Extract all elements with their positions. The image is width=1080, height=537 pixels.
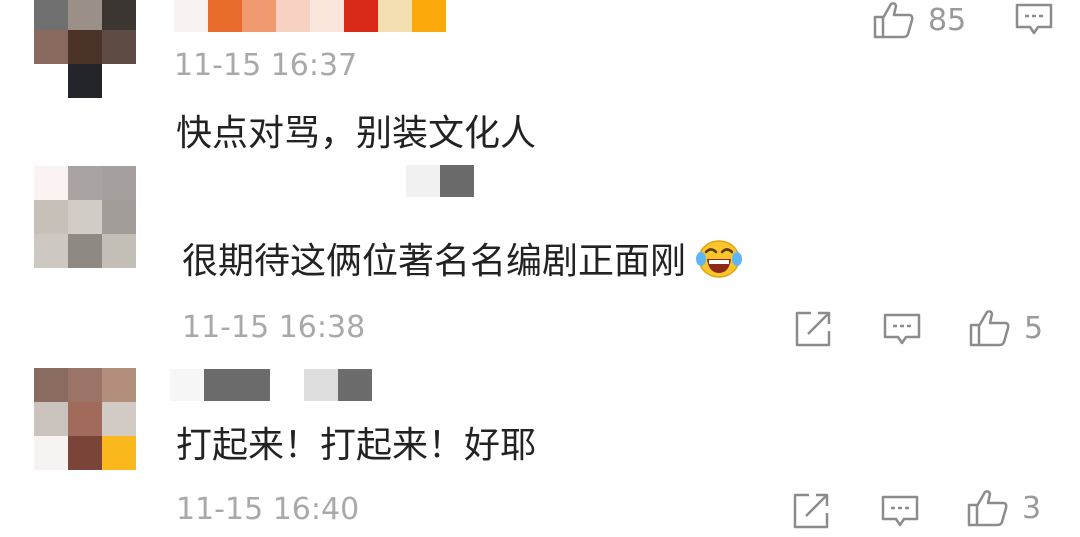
comment-item: 85 11-15 16:37 快点对骂，别装文化人: [0, 0, 1080, 160]
thumbs-up-icon: [969, 310, 1010, 347]
share-icon: [793, 493, 829, 529]
comment-icon: [1015, 3, 1053, 35]
comment-text: 打起来！打起来！好耶: [176, 425, 537, 466]
avatar[interactable]: [34, 368, 136, 470]
reply-button[interactable]: [882, 312, 922, 348]
timestamp: 11-15 16:37: [174, 48, 358, 83]
reply-button[interactable]: [880, 494, 920, 530]
comment-item: 很期待这俩位著名名编剧正面刚 11-15 16:38 5: [0, 160, 1080, 360]
like-button[interactable]: 5: [968, 308, 1043, 348]
comment-text-content: 很期待这俩位著名名编剧正面刚: [182, 241, 687, 282]
laughing-tears-emoji: [696, 237, 743, 290]
comment-icon: [883, 313, 921, 345]
username[interactable]: [406, 165, 474, 197]
thumbs-up-icon: [873, 2, 914, 39]
username[interactable]: [170, 369, 372, 401]
like-count: 3: [1022, 490, 1042, 526]
thumbs-up-icon: [967, 490, 1008, 527]
avatar[interactable]: [34, 166, 136, 268]
comment-text: 快点对骂，别装文化人: [176, 113, 537, 154]
like-count: 85: [928, 2, 967, 38]
share-button[interactable]: [794, 310, 832, 348]
comment-item: 打起来！打起来！好耶 11-15 16:40 3: [0, 360, 1080, 537]
username[interactable]: [174, 0, 446, 32]
like-button[interactable]: 85: [872, 0, 966, 40]
like-count: 5: [1024, 310, 1044, 346]
avatar[interactable]: [34, 0, 136, 100]
share-button[interactable]: [792, 492, 830, 530]
reply-button[interactable]: [1014, 2, 1054, 38]
comment-icon: [881, 495, 919, 527]
share-icon: [795, 311, 831, 347]
timestamp: 11-15 16:40: [176, 492, 360, 527]
like-button[interactable]: 3: [966, 488, 1041, 528]
timestamp: 11-15 16:38: [182, 310, 366, 345]
comment-text: 很期待这俩位著名名编剧正面刚: [182, 232, 743, 290]
